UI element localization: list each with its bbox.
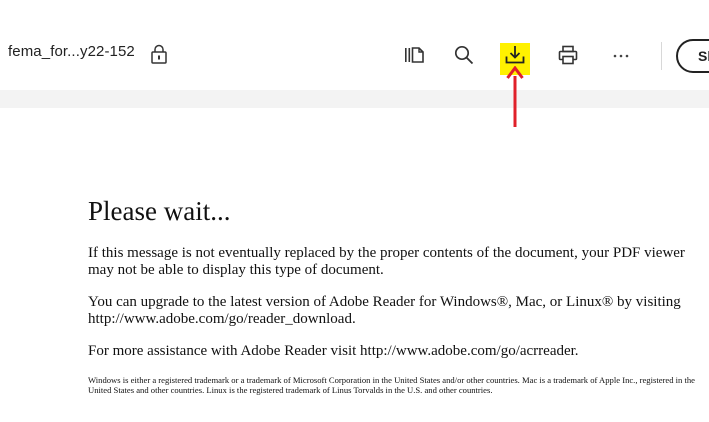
download-icon[interactable] (503, 44, 527, 66)
share-button[interactable]: Sh (676, 39, 709, 73)
more-options-icon[interactable] (609, 44, 633, 66)
lock-icon (150, 44, 168, 64)
info-paragraph-1: If this message is not eventually replac… (88, 245, 685, 278)
search-icon[interactable] (452, 44, 476, 66)
info-paragraph-3: For more assistance with Adobe Reader vi… (88, 343, 579, 359)
print-icon[interactable] (556, 44, 580, 66)
trademark-fine-print: Windows is either a registered trademark… (88, 375, 695, 395)
page-thumbnails-icon[interactable] (402, 44, 426, 66)
viewer-window: fema_for...y22-152 S Please wait... If t… (0, 0, 709, 422)
info-paragraph-2: You can upgrade to the latest version of… (88, 294, 681, 327)
toolbar-divider (661, 42, 662, 70)
page-heading: Please wait... (88, 196, 231, 226)
page-gutter (0, 90, 709, 108)
red-arrow-annotation (506, 66, 524, 127)
document-content: Please wait... If this message is not ev… (88, 195, 700, 395)
pdf-toolbar: fema_for...y22-152 S (0, 10, 709, 91)
document-title: fema_for...y22-152 (8, 43, 135, 60)
